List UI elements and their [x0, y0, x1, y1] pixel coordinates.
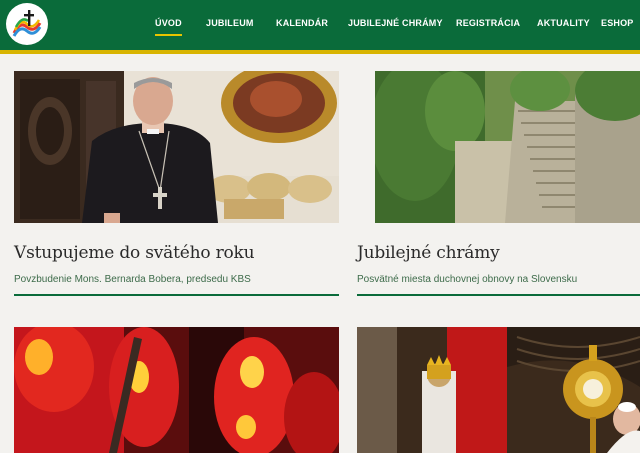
nav-item-registracia[interactable]: REGISTRÁCIA	[456, 18, 520, 28]
card-subtitle: Povzbudenie Mons. Bernarda Bobera, preds…	[14, 274, 251, 285]
card-subtitle: Posvätné miesta duchovnej obnovy na Slov…	[357, 274, 578, 285]
nav-item-eshop[interactable]: ESHOP	[601, 18, 634, 28]
header-accent-stripe	[0, 50, 640, 54]
article-card-holy-year[interactable]: Vstupujeme do svätého roku Povzbudenie M…	[14, 71, 339, 301]
papal-mass-photo[interactable]	[357, 327, 640, 453]
candles-photo-image	[14, 327, 339, 453]
nav-item-jubileum[interactable]: JUBILEUM	[206, 18, 254, 28]
article-card-papal-mass[interactable]	[357, 327, 640, 453]
nav-item-kalendar[interactable]: KALENDÁR	[276, 18, 328, 28]
stairs-photo[interactable]	[375, 71, 640, 223]
bishop-photo[interactable]	[14, 71, 339, 223]
card-divider	[14, 294, 339, 296]
article-card-jubilee-churches[interactable]: Jubilejné chrámy Posvätné miesta duchovn…	[357, 71, 640, 301]
nav-item-aktuality[interactable]: AKTUALITY	[537, 18, 590, 28]
article-card-candles[interactable]	[14, 327, 339, 453]
papal-mass-photo-image	[357, 327, 640, 453]
stairs-photo-image	[375, 71, 640, 223]
nav-item-jubilejne-chramy[interactable]: JUBILEJNÉ CHRÁMY	[348, 18, 443, 28]
candles-photo[interactable]	[14, 327, 339, 453]
card-title[interactable]: Vstupujeme do svätého roku	[14, 243, 255, 263]
card-divider	[357, 294, 640, 296]
main-navigation: ÚVOD JUBILEUM KALENDÁR JUBILEJNÉ CHRÁMY …	[0, 0, 640, 50]
nav-item-uvod[interactable]: ÚVOD	[155, 18, 182, 36]
card-title[interactable]: Jubilejné chrámy	[357, 243, 500, 263]
bishop-photo-image	[14, 71, 339, 223]
